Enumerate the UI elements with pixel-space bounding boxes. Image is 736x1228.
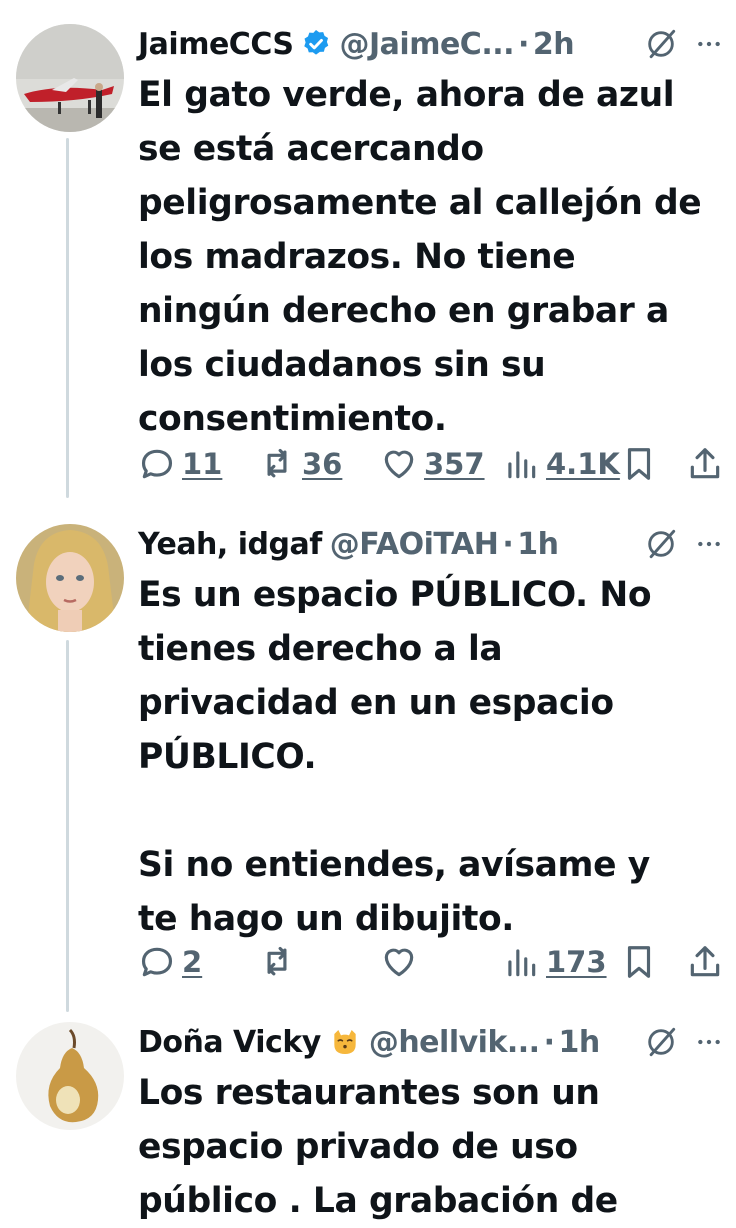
repost-button[interactable]: 36 <box>258 445 342 483</box>
separator-dot: · <box>502 526 514 562</box>
reply-count: 2 <box>182 945 203 979</box>
analytics-icon <box>508 451 536 479</box>
tweet-text: Los restaurantes son un espacio privado … <box>138 1073 618 1221</box>
share-icon <box>690 946 720 977</box>
repost-icon <box>267 448 287 478</box>
repost-icon <box>267 946 287 976</box>
like-button[interactable] <box>380 943 418 981</box>
bookmark-button[interactable] <box>620 943 658 981</box>
pear-photo <box>16 1022 124 1130</box>
timestamp[interactable]: 2h <box>533 27 575 62</box>
reply-icon <box>141 449 173 479</box>
analytics-icon <box>508 949 536 977</box>
views-button[interactable]: 173 <box>502 943 607 981</box>
tweet-text: El gato verde, ahora de azul se está ace… <box>138 75 702 439</box>
reply-count: 11 <box>182 447 223 481</box>
tweet-header: Doña Vicky @hellvik... · 1h <box>138 1022 722 1062</box>
verified-badge-icon <box>303 30 328 55</box>
repost-count: 36 <box>302 447 343 481</box>
reply-button[interactable]: 2 <box>138 943 202 981</box>
bookmark-icon <box>627 448 651 480</box>
view-count: 173 <box>546 945 607 979</box>
tweet-text: Es un espacio PÚBLICO. No tienes derecho… <box>138 575 652 939</box>
heart-icon <box>384 948 414 977</box>
share-icon <box>690 448 720 479</box>
tweet-header: Yeah, idgaf @FAOiTAH · 1h <box>138 524 722 564</box>
tweet[interactable]: Yeah, idgaf @FAOiTAH · 1h Es un espacio … <box>0 510 736 1010</box>
reply-icon <box>141 947 173 977</box>
bookmark-icon <box>627 946 651 978</box>
like-count: 357 <box>424 447 485 481</box>
more-options-icon[interactable] <box>696 1029 722 1055</box>
avatar[interactable] <box>16 524 124 632</box>
display-name[interactable]: JaimeCCS <box>138 27 294 62</box>
reply-button[interactable]: 11 <box>138 445 222 483</box>
repost-button[interactable] <box>258 943 296 981</box>
avatar[interactable] <box>16 24 124 132</box>
tweet[interactable]: Doña Vicky @hellvik... · 1h Los restaura… <box>0 1010 736 1221</box>
handle[interactable]: @JaimeC... <box>340 27 515 62</box>
more-options-icon[interactable] <box>696 31 722 57</box>
more-options-icon[interactable] <box>696 531 722 557</box>
tweet[interactable]: JaimeCCS @JaimeC... · 2h El gato verde, … <box>0 0 736 510</box>
share-button[interactable] <box>686 943 724 981</box>
view-count: 4.1K <box>546 447 620 481</box>
share-button[interactable] <box>686 445 724 483</box>
grok-icon[interactable] <box>644 1025 678 1059</box>
tweet-actions: 11 36 357 4.1K <box>0 440 736 488</box>
timestamp[interactable]: 1h <box>558 1025 600 1060</box>
views-button[interactable]: 4.1K <box>502 445 620 483</box>
timestamp[interactable]: 1h <box>517 527 559 562</box>
tweet-actions: 2 173 <box>0 938 736 986</box>
heart-icon <box>384 450 414 479</box>
handle[interactable]: @FAOiTAH <box>330 527 499 562</box>
grok-icon[interactable] <box>644 527 678 561</box>
display-name[interactable]: Yeah, idgaf <box>138 527 322 562</box>
avatar[interactable] <box>16 1022 124 1130</box>
separator-dot: · <box>518 26 529 62</box>
display-name[interactable]: Doña Vicky <box>138 1025 321 1060</box>
handle[interactable]: @hellvik... <box>369 1025 540 1060</box>
bookmark-button[interactable] <box>620 445 658 483</box>
kissing-cat-emoji-icon <box>334 1030 356 1054</box>
portrait-photo <box>16 524 124 632</box>
separator-dot: · <box>543 1024 555 1060</box>
grok-icon[interactable] <box>644 27 678 61</box>
like-button[interactable]: 357 <box>380 445 485 483</box>
tweet-header: JaimeCCS @JaimeC... · 2h <box>138 24 722 64</box>
airplane-photo <box>16 24 124 132</box>
